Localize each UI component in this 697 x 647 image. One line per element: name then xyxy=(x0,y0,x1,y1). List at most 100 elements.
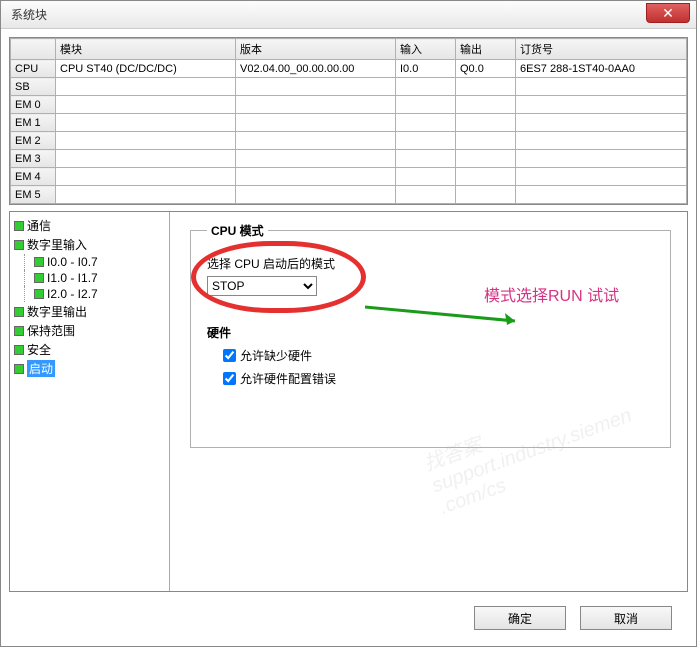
cell-module[interactable] xyxy=(56,186,236,204)
allow-hw-config-error-checkbox[interactable] xyxy=(223,372,236,385)
tree-item[interactable]: 通信 xyxy=(12,216,167,235)
tree-item-label: 通信 xyxy=(27,217,51,234)
tree-item[interactable]: 数字里输入 xyxy=(12,235,167,254)
mode-label: 选择 CPU 启动后的模式 xyxy=(207,255,654,272)
allow-missing-hw-label: 允许缺少硬件 xyxy=(240,347,312,364)
col-output: 输出 xyxy=(456,39,516,60)
cell-module[interactable] xyxy=(56,96,236,114)
tree-item[interactable]: 保持范围 xyxy=(12,321,167,340)
cell-module[interactable] xyxy=(56,168,236,186)
tree-box-icon xyxy=(14,326,24,336)
table-row[interactable]: EM 0 xyxy=(11,96,687,114)
tree-box-icon xyxy=(34,273,44,283)
nav-tree: 通信数字里输入 I0.0 - I0.7I1.0 - I1.7I2.0 - I2.7… xyxy=(10,212,170,591)
hardware-label: 硬件 xyxy=(207,324,654,341)
table-row[interactable]: EM 3 xyxy=(11,150,687,168)
cancel-button[interactable]: 取消 xyxy=(580,606,672,630)
cell-module[interactable] xyxy=(56,150,236,168)
col-module: 模块 xyxy=(56,39,236,60)
tree-child-label: I0.0 - I0.7 xyxy=(47,255,98,269)
cell-input xyxy=(396,150,456,168)
cell-order xyxy=(516,186,687,204)
cell-order: 6ES7 288-1ST40-0AA0 xyxy=(516,60,687,78)
cell-input xyxy=(396,96,456,114)
close-icon: ✕ xyxy=(662,5,674,22)
row-label: EM 2 xyxy=(11,132,56,150)
col-input: 输入 xyxy=(396,39,456,60)
cb-row-2: 允许硬件配置错误 xyxy=(223,370,654,387)
button-bar: 确定 取消 xyxy=(9,598,688,638)
cell-version xyxy=(236,78,396,96)
tree-box-icon xyxy=(14,307,24,317)
cell-input xyxy=(396,114,456,132)
cell-order xyxy=(516,132,687,150)
tree-box-icon xyxy=(14,240,24,250)
table-row[interactable]: EM 1 xyxy=(11,114,687,132)
cell-version xyxy=(236,186,396,204)
col-corner xyxy=(11,39,56,60)
cell-module[interactable] xyxy=(56,132,236,150)
cell-input xyxy=(396,168,456,186)
cell-order xyxy=(516,168,687,186)
cell-output xyxy=(456,78,516,96)
table-row[interactable]: EM 2 xyxy=(11,132,687,150)
row-label: EM 1 xyxy=(11,114,56,132)
cell-output xyxy=(456,186,516,204)
tree-child-item[interactable]: I1.0 - I1.7 xyxy=(12,270,167,286)
cell-input xyxy=(396,78,456,96)
mode-select[interactable]: STOP xyxy=(207,276,317,296)
tree-item-label: 启动 xyxy=(27,360,55,377)
row-label: EM 5 xyxy=(11,186,56,204)
cell-version xyxy=(236,132,396,150)
cell-order xyxy=(516,78,687,96)
cell-module[interactable] xyxy=(56,78,236,96)
cell-order xyxy=(516,114,687,132)
cell-version xyxy=(236,150,396,168)
table-row[interactable]: EM 5 xyxy=(11,186,687,204)
cell-output: Q0.0 xyxy=(456,60,516,78)
cell-version xyxy=(236,114,396,132)
table-row[interactable]: SB xyxy=(11,78,687,96)
dialog-content: 模块 版本 输入 输出 订货号 CPUCPU ST40 (DC/DC/DC)V0… xyxy=(1,29,696,646)
tree-box-icon xyxy=(34,289,44,299)
tree-box-icon xyxy=(14,221,24,231)
row-label: SB xyxy=(11,78,56,96)
row-label: CPU xyxy=(11,60,56,78)
cell-output xyxy=(456,150,516,168)
cell-input xyxy=(396,186,456,204)
tree-item-label: 数字里输出 xyxy=(27,303,87,320)
table-header-row: 模块 版本 输入 输出 订货号 xyxy=(11,39,687,60)
row-label: EM 4 xyxy=(11,168,56,186)
cell-version xyxy=(236,168,396,186)
allow-hw-config-error-label: 允许硬件配置错误 xyxy=(240,370,336,387)
dialog-window: 系统块 ✕ 模块 版本 输入 输出 订货号 CPUCPU ST40 (DC/DC… xyxy=(0,0,697,647)
ok-button[interactable]: 确定 xyxy=(474,606,566,630)
col-version: 版本 xyxy=(236,39,396,60)
table-row[interactable]: CPUCPU ST40 (DC/DC/DC)V02.04.00_00.00.00… xyxy=(11,60,687,78)
tree-item[interactable]: 安全 xyxy=(12,340,167,359)
tree-child-item[interactable]: I2.0 - I2.7 xyxy=(12,286,167,302)
tree-box-icon xyxy=(14,345,24,355)
table-row[interactable]: EM 4 xyxy=(11,168,687,186)
cell-order xyxy=(516,150,687,168)
tree-child-item[interactable]: I0.0 - I0.7 xyxy=(12,254,167,270)
row-label: EM 0 xyxy=(11,96,56,114)
cell-module[interactable]: CPU ST40 (DC/DC/DC) xyxy=(56,60,236,78)
tree-box-icon xyxy=(34,257,44,267)
allow-missing-hw-checkbox[interactable] xyxy=(223,349,236,362)
tree-item-label: 数字里输入 xyxy=(27,236,87,253)
cell-output xyxy=(456,168,516,186)
tree-item-label: 保持范围 xyxy=(27,322,75,339)
tree-item[interactable]: 数字里输出 xyxy=(12,302,167,321)
detail-panel: 找答案 support.industry.siemen .com/cs CPU … xyxy=(174,212,687,591)
cell-output xyxy=(456,132,516,150)
cell-module[interactable] xyxy=(56,114,236,132)
module-table-wrap: 模块 版本 输入 输出 订货号 CPUCPU ST40 (DC/DC/DC)V0… xyxy=(9,37,688,205)
middle-panel: 通信数字里输入 I0.0 - I0.7I1.0 - I1.7I2.0 - I2.7… xyxy=(9,211,688,592)
window-title: 系统块 xyxy=(11,6,47,23)
tree-item[interactable]: 启动 xyxy=(12,359,167,378)
mode-wrap: 选择 CPU 启动后的模式 STOP xyxy=(207,255,654,296)
col-order: 订货号 xyxy=(516,39,687,60)
cell-order xyxy=(516,96,687,114)
close-button[interactable]: ✕ xyxy=(646,3,690,23)
